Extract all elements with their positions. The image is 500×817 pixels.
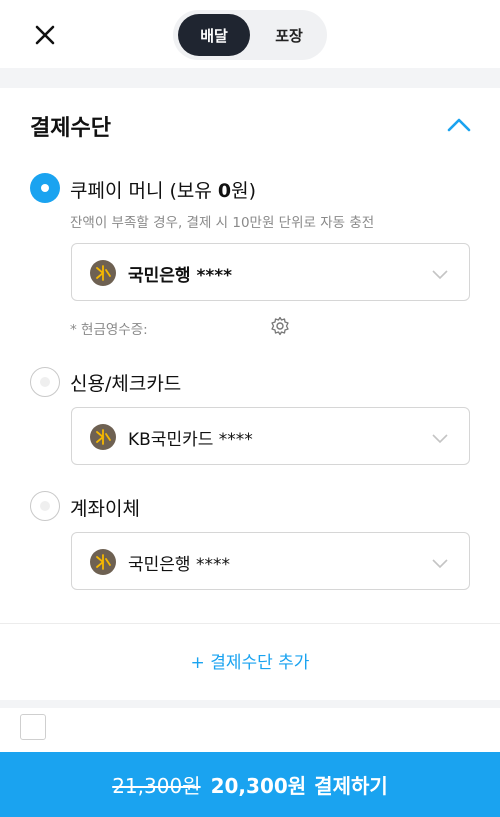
gear-icon[interactable] bbox=[270, 316, 290, 336]
delivery-type-toggle: 배달 포장 bbox=[173, 10, 327, 60]
divider bbox=[0, 623, 500, 624]
top-bar: 배달 포장 bbox=[0, 0, 500, 68]
select-value: 국민은행 **** bbox=[128, 266, 233, 286]
option-label-coupay-money[interactable]: 쿠페이 머니 (보유 0원) bbox=[70, 176, 256, 203]
radio-bank-transfer[interactable] bbox=[30, 491, 60, 521]
select-value: KB국민카드 **** bbox=[128, 430, 253, 450]
tab-delivery[interactable]: 배달 bbox=[178, 14, 250, 56]
tab-takeout[interactable]: 포장 bbox=[255, 14, 323, 56]
chevron-down-icon bbox=[431, 430, 449, 444]
balance-amount: 0 bbox=[217, 180, 232, 202]
cash-receipt-label: * 현금영수증: bbox=[70, 322, 148, 338]
pay-button-label: 결제하기 bbox=[314, 774, 388, 798]
chevron-down-icon bbox=[431, 555, 449, 569]
option-label-bank-transfer[interactable]: 계좌이체 bbox=[70, 494, 140, 521]
select-value: 국민은행 **** bbox=[128, 555, 230, 575]
kb-bank-logo-icon bbox=[90, 549, 116, 575]
add-payment-method-link[interactable]: + 결제수단 추가 bbox=[0, 648, 500, 673]
section-divider bbox=[0, 700, 500, 708]
agree-checkbox[interactable] bbox=[20, 714, 46, 740]
bank-account-select[interactable]: 국민은행 **** bbox=[71, 243, 470, 301]
auto-charge-hint: 잔액이 부족할 경우, 결제 시 10만원 단위로 자동 충전 bbox=[70, 215, 375, 231]
option-label-suffix: 원) bbox=[231, 180, 257, 202]
final-price: 20,300원 bbox=[210, 774, 307, 798]
section-divider bbox=[0, 68, 500, 88]
radio-coupay-money[interactable] bbox=[30, 173, 60, 203]
chevron-down-icon bbox=[431, 266, 449, 280]
kb-bank-logo-icon bbox=[90, 260, 116, 286]
radio-credit-card[interactable] bbox=[30, 367, 60, 397]
close-icon[interactable] bbox=[28, 18, 62, 52]
chevron-up-icon[interactable] bbox=[444, 112, 474, 138]
pay-button[interactable]: 21,300원 20,300원 결제하기 bbox=[0, 752, 500, 817]
kb-card-logo-icon bbox=[90, 424, 116, 450]
option-label-prefix: 쿠페이 머니 (보유 bbox=[70, 180, 218, 202]
section-title: 결제수단 bbox=[30, 116, 111, 141]
transfer-account-select[interactable]: 국민은행 **** bbox=[71, 532, 470, 590]
card-select[interactable]: KB국민카드 **** bbox=[71, 407, 470, 465]
original-price: 21,300원 bbox=[112, 774, 201, 798]
option-label-credit-card[interactable]: 신용/체크카드 bbox=[70, 369, 181, 396]
